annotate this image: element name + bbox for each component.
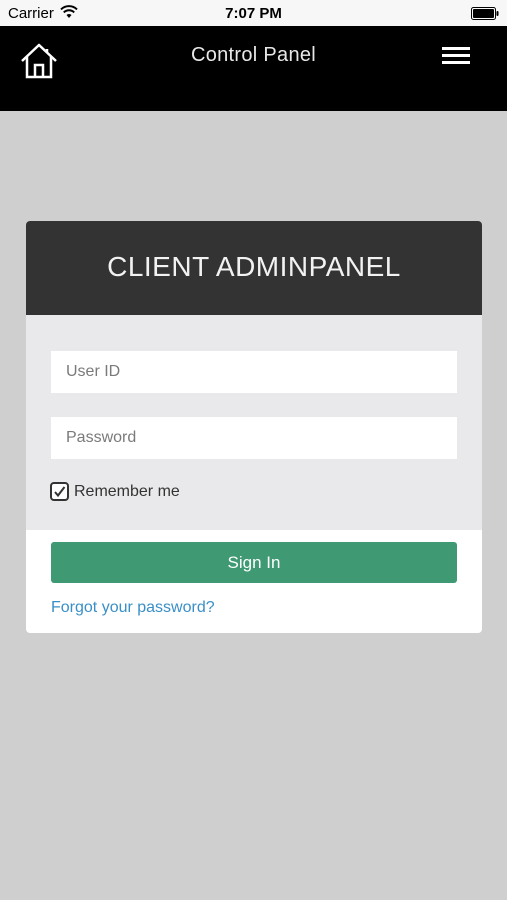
login-title: CLIENT ADMINPANEL [107,251,401,282]
checkmark-icon [54,486,66,498]
login-card-header: CLIENT ADMINPANEL [26,221,482,315]
login-card: CLIENT ADMINPANEL Remember me Sign In Fo… [26,221,482,633]
login-form: Remember me [26,315,482,530]
forgot-password-link[interactable]: Forgot your password? [51,599,215,617]
hamburger-menu-icon[interactable] [442,47,470,70]
status-bar: Carrier 7:07 PM [0,0,507,26]
status-time: 7:07 PM [225,5,282,22]
nav-title: Control Panel [190,44,317,66]
user-id-input[interactable] [51,351,457,393]
password-input[interactable] [51,417,457,459]
battery-icon [471,7,499,24]
remember-me-checkbox[interactable] [50,482,69,501]
remember-me-label: Remember me [74,483,180,500]
navigation-bar: Control Panel [0,26,507,111]
sign-in-button[interactable]: Sign In [51,542,457,583]
